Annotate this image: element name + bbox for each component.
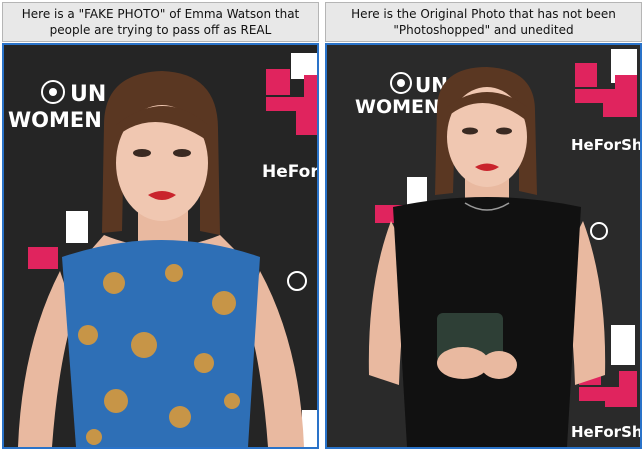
women-text: WOMEN: [8, 108, 102, 132]
un-text: UN: [70, 82, 106, 107]
original-photo-image: UN WOMEN HeForShe HeForS: [325, 43, 642, 449]
heforshe-text-top: HeForShe: [262, 162, 317, 182]
original-photo-panel: Here is the Original Photo that has not …: [325, 2, 642, 449]
fake-photo-panel: Here is a "FAKE PHOTO" of Emma Watson th…: [2, 2, 319, 449]
original-photo-caption: Here is the Original Photo that has not …: [325, 2, 642, 42]
heforshe-text-right-bottom: HeForShe: [571, 423, 640, 441]
fake-photo-image: UN WOMEN HeForShe: [2, 43, 319, 449]
fake-photo-caption-text: Here is a "FAKE PHOTO" of Emma Watson th…: [21, 7, 300, 37]
original-photo-illustration: UN WOMEN HeForShe HeForS: [327, 45, 640, 447]
women-text-right: WOMEN: [355, 96, 440, 118]
fake-photo-caption: Here is a "FAKE PHOTO" of Emma Watson th…: [2, 2, 319, 42]
heforshe-text-right-top: HeForShe: [571, 136, 640, 154]
original-photo-caption-text: Here is the Original Photo that has not …: [351, 7, 616, 37]
fake-photo-illustration: UN WOMEN HeForShe: [4, 45, 317, 447]
